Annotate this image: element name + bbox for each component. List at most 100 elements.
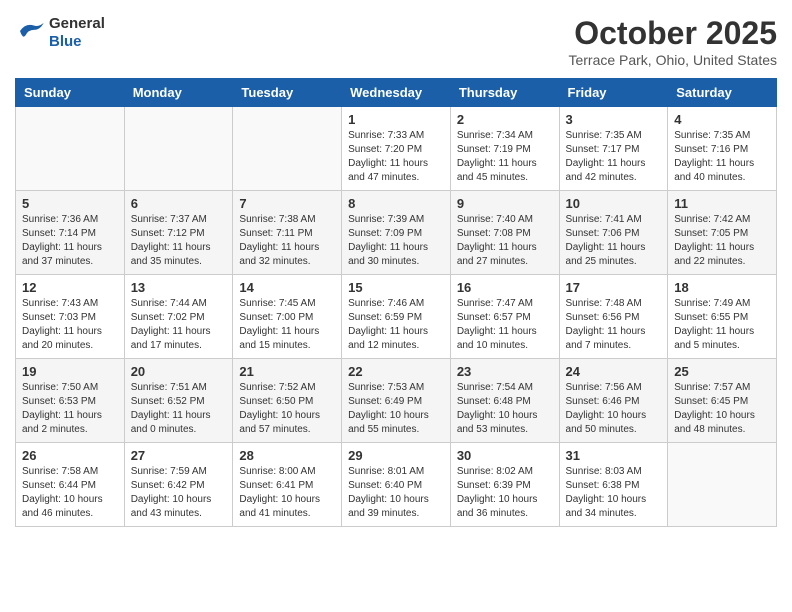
day-info: Sunrise: 7:42 AM Sunset: 7:05 PM Dayligh…	[674, 213, 770, 269]
day-number: 21	[239, 364, 335, 379]
day-number: 19	[22, 364, 118, 379]
weekday-header-friday: Friday	[559, 79, 668, 107]
weekday-header-sunday: Sunday	[16, 79, 125, 107]
day-info: Sunrise: 7:41 AM Sunset: 7:06 PM Dayligh…	[566, 213, 662, 269]
calendar-table: SundayMondayTuesdayWednesdayThursdayFrid…	[15, 78, 777, 527]
title-block: October 2025 Terrace Park, Ohio, United …	[568, 15, 777, 68]
calendar-cell: 19 Sunrise: 7:50 AM Sunset: 6:53 PM Dayli…	[16, 359, 125, 443]
day-info: Sunrise: 7:35 AM Sunset: 7:17 PM Dayligh…	[566, 129, 662, 185]
calendar-cell: 27Sunrise: 7:59 AM Sunset: 6:42 PM Dayli…	[124, 443, 233, 527]
calendar-cell: 7Sunrise: 7:38 AM Sunset: 7:11 PM Daylig…	[233, 191, 342, 275]
day-number: 17	[566, 280, 662, 295]
day-info: Sunrise: 7:58 AM Sunset: 6:44 PM Dayligh…	[22, 465, 118, 521]
day-info: Sunrise: 7:37 AM Sunset: 7:12 PM Dayligh…	[131, 213, 227, 269]
day-number: 29	[348, 448, 444, 463]
day-info: Sunrise: 7:52 AM Sunset: 6:50 PM Dayligh…	[239, 381, 335, 437]
day-number: 6	[131, 196, 227, 211]
day-number: 12	[22, 280, 118, 295]
logo-bird-icon	[17, 20, 45, 42]
weekday-header-wednesday: Wednesday	[342, 79, 451, 107]
calendar-cell: 17 Sunrise: 7:48 AM Sunset: 6:56 PM Dayli…	[559, 275, 668, 359]
logo-line1: General	[49, 15, 105, 33]
page-header: General Blue October 2025 Terrace Park, …	[15, 15, 777, 68]
day-number: 18	[674, 280, 770, 295]
calendar-cell: 8 Sunrise: 7:39 AM Sunset: 7:09 PM Daylig…	[342, 191, 451, 275]
day-info: Sunrise: 7:34 AM Sunset: 7:19 PM Dayligh…	[457, 129, 553, 185]
calendar-cell	[124, 107, 233, 191]
calendar-cell: 21 Sunrise: 7:52 AM Sunset: 6:50 PM Dayli…	[233, 359, 342, 443]
day-info: Sunrise: 7:46 AM Sunset: 6:59 PM Dayligh…	[348, 297, 444, 353]
day-number: 14	[239, 280, 335, 295]
calendar-cell: 1Sunrise: 7:33 AM Sunset: 7:20 PM Daylig…	[342, 107, 451, 191]
calendar-cell: 4 Sunrise: 7:35 AM Sunset: 7:16 PM Daylig…	[668, 107, 777, 191]
day-info: Sunrise: 7:51 AM Sunset: 6:52 PM Dayligh…	[131, 381, 227, 437]
day-info: Sunrise: 8:01 AM Sunset: 6:40 PM Dayligh…	[348, 465, 444, 521]
calendar-cell: 13 Sunrise: 7:44 AM Sunset: 7:02 PM Dayli…	[124, 275, 233, 359]
day-number: 23	[457, 364, 553, 379]
day-number: 15	[348, 280, 444, 295]
logo: General Blue	[15, 15, 105, 51]
weekday-header-thursday: Thursday	[450, 79, 559, 107]
calendar-cell: 28Sunrise: 8:00 AM Sunset: 6:41 PM Dayli…	[233, 443, 342, 527]
day-info: Sunrise: 7:44 AM Sunset: 7:02 PM Dayligh…	[131, 297, 227, 353]
day-info: Sunrise: 7:43 AM Sunset: 7:03 PM Dayligh…	[22, 297, 118, 353]
day-number: 2	[457, 112, 553, 127]
day-number: 5	[22, 196, 118, 211]
day-info: Sunrise: 7:39 AM Sunset: 7:09 PM Dayligh…	[348, 213, 444, 269]
calendar-week-row: 1Sunrise: 7:33 AM Sunset: 7:20 PM Daylig…	[16, 107, 777, 191]
day-number: 31	[566, 448, 662, 463]
calendar-cell	[668, 443, 777, 527]
day-number: 26	[22, 448, 118, 463]
calendar-cell: 16 Sunrise: 7:47 AM Sunset: 6:57 PM Dayli…	[450, 275, 559, 359]
calendar-cell: 6 Sunrise: 7:37 AM Sunset: 7:12 PM Daylig…	[124, 191, 233, 275]
day-info: Sunrise: 7:36 AM Sunset: 7:14 PM Dayligh…	[22, 213, 118, 269]
calendar-cell: 20 Sunrise: 7:51 AM Sunset: 6:52 PM Dayli…	[124, 359, 233, 443]
calendar-cell: 2 Sunrise: 7:34 AM Sunset: 7:19 PM Daylig…	[450, 107, 559, 191]
calendar-cell: 5 Sunrise: 7:36 AM Sunset: 7:14 PM Daylig…	[16, 191, 125, 275]
day-number: 9	[457, 196, 553, 211]
day-number: 27	[131, 448, 227, 463]
day-info: Sunrise: 7:38 AM Sunset: 7:11 PM Dayligh…	[239, 213, 335, 269]
day-number: 24	[566, 364, 662, 379]
calendar-cell: 25 Sunrise: 7:57 AM Sunset: 6:45 PM Dayli…	[668, 359, 777, 443]
calendar-cell: 31 Sunrise: 8:03 AM Sunset: 6:38 PM Dayli…	[559, 443, 668, 527]
calendar-cell: 26 Sunrise: 7:58 AM Sunset: 6:44 PM Dayli…	[16, 443, 125, 527]
day-info: Sunrise: 7:48 AM Sunset: 6:56 PM Dayligh…	[566, 297, 662, 353]
day-number: 13	[131, 280, 227, 295]
day-number: 8	[348, 196, 444, 211]
day-info: Sunrise: 7:35 AM Sunset: 7:16 PM Dayligh…	[674, 129, 770, 185]
calendar-cell: 24 Sunrise: 7:56 AM Sunset: 6:46 PM Dayli…	[559, 359, 668, 443]
location: Terrace Park, Ohio, United States	[568, 52, 777, 68]
day-info: Sunrise: 8:03 AM Sunset: 6:38 PM Dayligh…	[566, 465, 662, 521]
day-info: Sunrise: 7:53 AM Sunset: 6:49 PM Dayligh…	[348, 381, 444, 437]
day-number: 16	[457, 280, 553, 295]
day-info: Sunrise: 7:56 AM Sunset: 6:46 PM Dayligh…	[566, 381, 662, 437]
month-title: October 2025	[568, 15, 777, 52]
calendar-cell: 10 Sunrise: 7:41 AM Sunset: 7:06 PM Dayli…	[559, 191, 668, 275]
calendar-cell	[233, 107, 342, 191]
day-info: Sunrise: 7:50 AM Sunset: 6:53 PM Dayligh…	[22, 381, 118, 437]
day-number: 28	[239, 448, 335, 463]
day-number: 25	[674, 364, 770, 379]
calendar-cell: 12 Sunrise: 7:43 AM Sunset: 7:03 PM Dayli…	[16, 275, 125, 359]
day-number: 20	[131, 364, 227, 379]
day-number: 4	[674, 112, 770, 127]
day-number: 10	[566, 196, 662, 211]
calendar-cell	[16, 107, 125, 191]
day-info: Sunrise: 7:47 AM Sunset: 6:57 PM Dayligh…	[457, 297, 553, 353]
calendar-week-row: 12 Sunrise: 7:43 AM Sunset: 7:03 PM Dayli…	[16, 275, 777, 359]
day-info: Sunrise: 7:45 AM Sunset: 7:00 PM Dayligh…	[239, 297, 335, 353]
day-number: 3	[566, 112, 662, 127]
day-info: Sunrise: 7:49 AM Sunset: 6:55 PM Dayligh…	[674, 297, 770, 353]
day-info: Sunrise: 7:57 AM Sunset: 6:45 PM Dayligh…	[674, 381, 770, 437]
day-number: 30	[457, 448, 553, 463]
calendar-cell: 14 Sunrise: 7:45 AM Sunset: 7:00 PM Dayli…	[233, 275, 342, 359]
day-info: Sunrise: 8:02 AM Sunset: 6:39 PM Dayligh…	[457, 465, 553, 521]
calendar-cell: 18 Sunrise: 7:49 AM Sunset: 6:55 PM Dayli…	[668, 275, 777, 359]
calendar-cell: 22Sunrise: 7:53 AM Sunset: 6:49 PM Dayli…	[342, 359, 451, 443]
day-info: Sunrise: 7:33 AM Sunset: 7:20 PM Dayligh…	[348, 129, 444, 185]
calendar-cell: 23 Sunrise: 7:54 AM Sunset: 6:48 PM Dayli…	[450, 359, 559, 443]
weekday-header-monday: Monday	[124, 79, 233, 107]
calendar-week-row: 26 Sunrise: 7:58 AM Sunset: 6:44 PM Dayli…	[16, 443, 777, 527]
day-info: Sunrise: 7:54 AM Sunset: 6:48 PM Dayligh…	[457, 381, 553, 437]
